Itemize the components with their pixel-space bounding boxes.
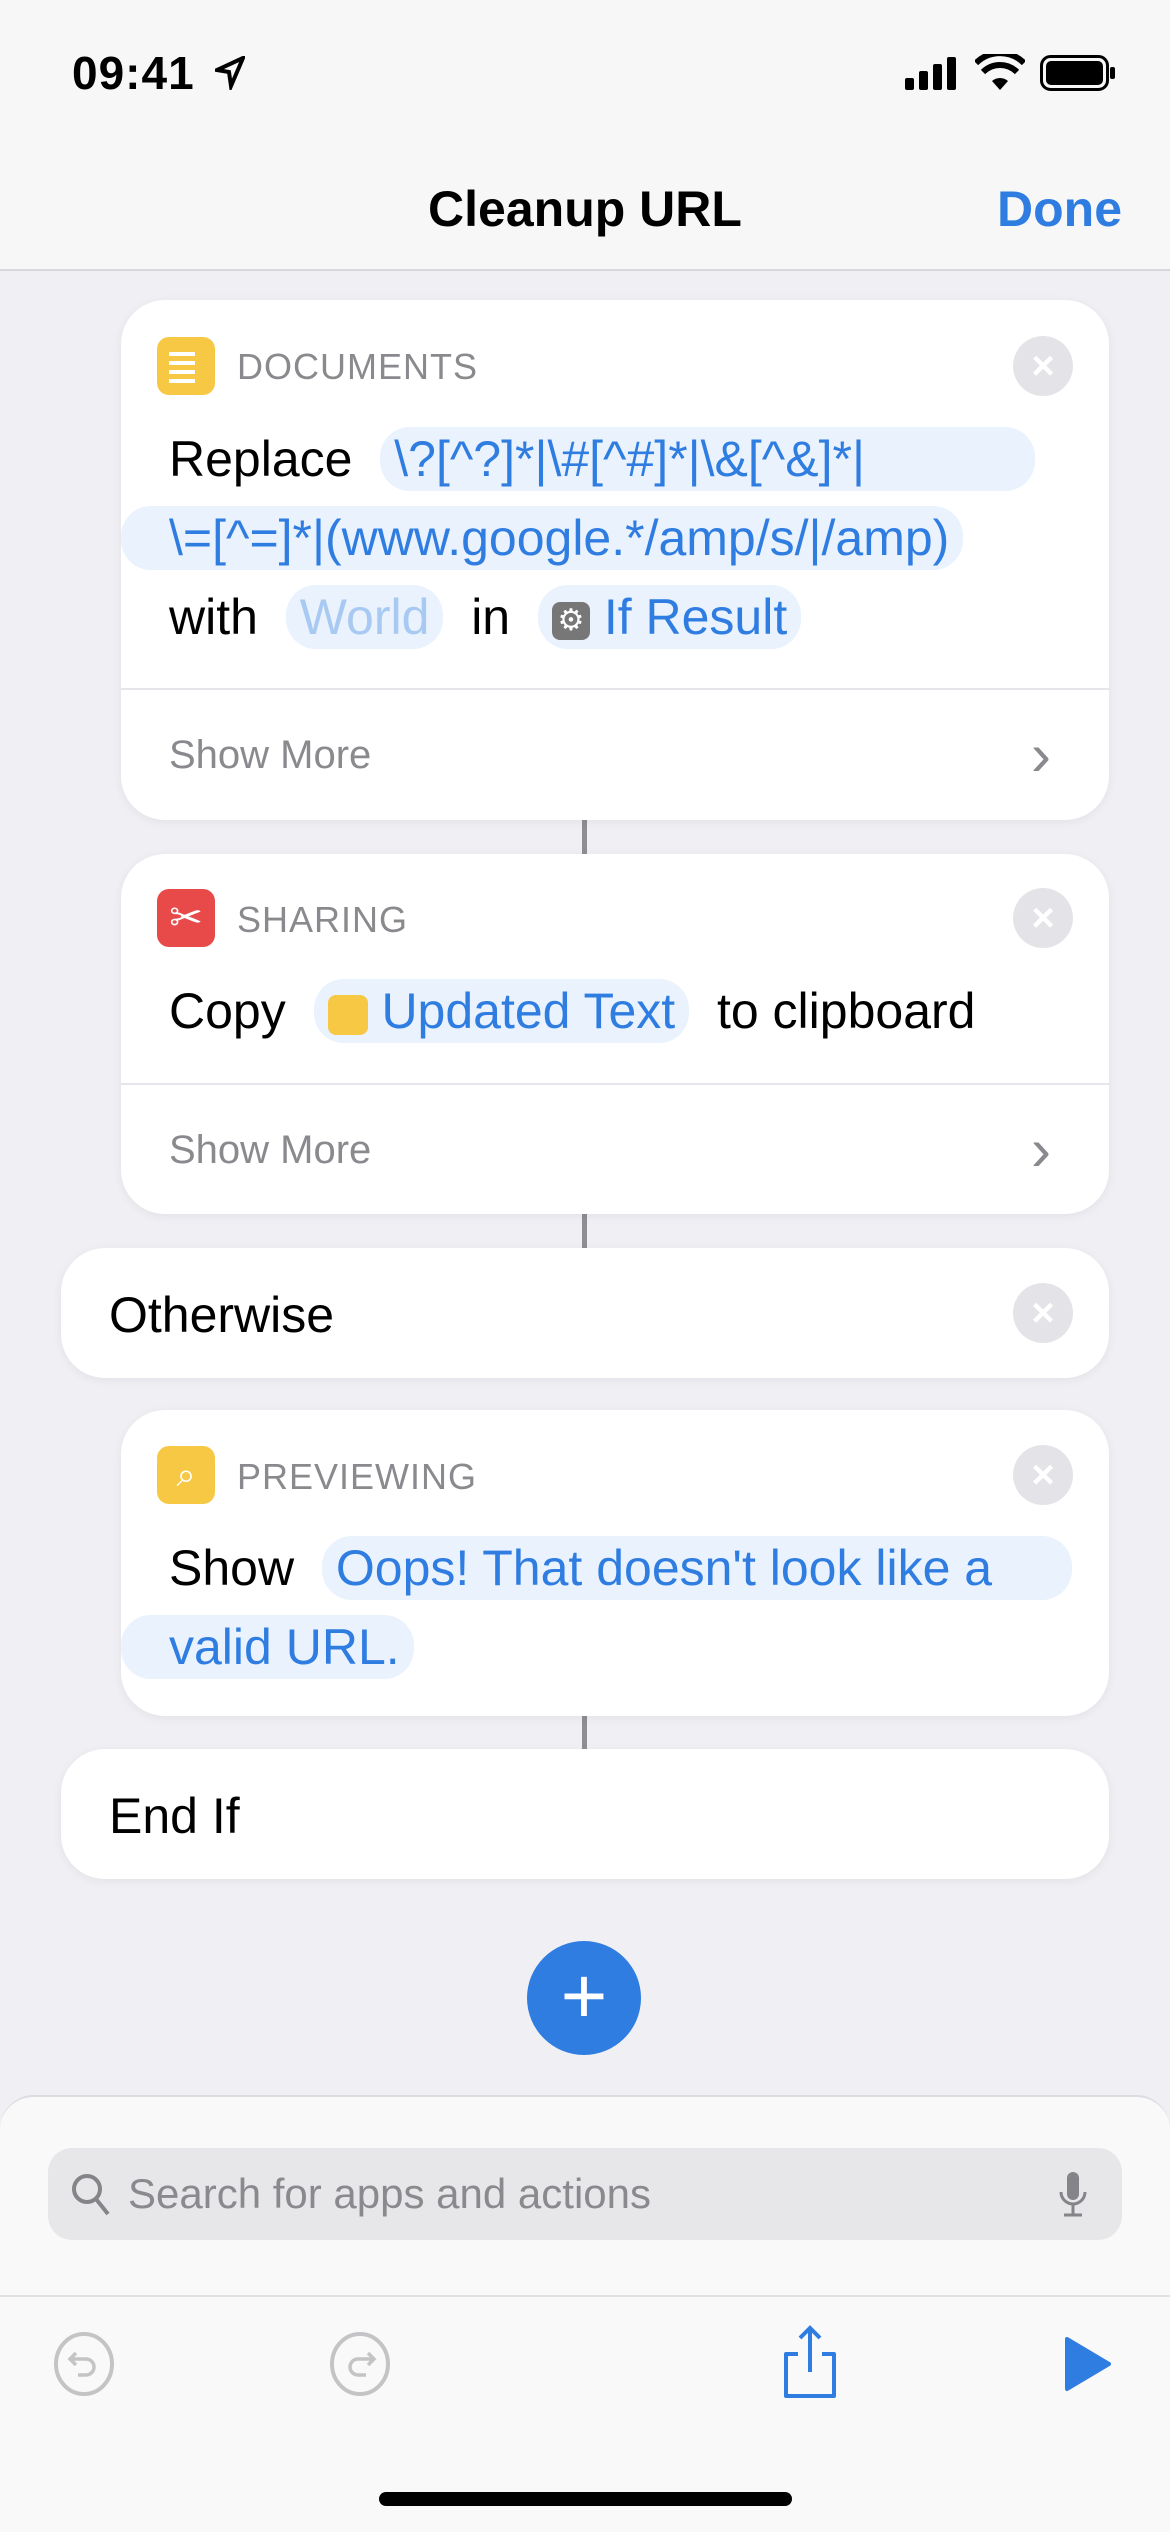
otherwise-label: Otherwise (109, 1287, 335, 1343)
share-icon[interactable] (780, 2324, 840, 2400)
category-label: SHARING (237, 899, 409, 940)
chevron-right-icon: › (1031, 1116, 1051, 1183)
remove-action-button[interactable]: × (1013, 1445, 1073, 1505)
redo-icon[interactable] (328, 2331, 392, 2397)
remove-action-button[interactable]: × (1013, 888, 1073, 948)
done-button[interactable]: Done (997, 180, 1122, 238)
input-variable[interactable]: ⚙ If Result (537, 585, 802, 649)
divider (121, 1083, 1109, 1085)
remove-action-button[interactable]: × (1013, 336, 1073, 396)
category-label: PREVIEWING (237, 1456, 478, 1497)
connector-line (582, 818, 587, 858)
search-placeholder: Search for apps and actions (128, 2170, 651, 2217)
battery-icon (1040, 55, 1115, 91)
undo-icon[interactable] (52, 2331, 116, 2397)
chevron-right-icon: › (1031, 721, 1051, 788)
document-icon (157, 337, 215, 395)
search-field[interactable]: Search for apps and actions (48, 2148, 1122, 2240)
microphone-icon[interactable] (1058, 2172, 1088, 2218)
connector-line (582, 1714, 587, 1754)
search-icon (72, 2174, 110, 2216)
replace-text-action[interactable]: DOCUMENTS × Replace \?[^?]*|\#[^#]*|\&[^… (121, 300, 1109, 820)
add-action-button[interactable]: + (527, 1941, 641, 2055)
otherwise-block[interactable]: Otherwise × (61, 1248, 1109, 1378)
end-if-label: End If (109, 1788, 240, 1844)
end-if-block[interactable]: End If (61, 1749, 1109, 1879)
connector-line (582, 1212, 587, 1252)
action-verb: Replace (169, 431, 353, 487)
page-title: Cleanup URL (428, 181, 742, 237)
divider (0, 2295, 1170, 2297)
with-label: with (169, 589, 258, 645)
document-icon (327, 994, 368, 1035)
text-field[interactable]: Oops! That doesn't look like a (321, 1536, 1073, 1600)
variable-token[interactable]: Updated Text (313, 979, 690, 1043)
suffix-label: to clipboard (716, 983, 976, 1039)
status-time: 09:41 (72, 47, 195, 99)
show-result-action[interactable]: ⌕ PREVIEWING × Show Oops! That doesn't l… (121, 1410, 1109, 1716)
remove-action-button[interactable]: × (1013, 1283, 1073, 1343)
signal-icon (905, 57, 956, 90)
in-label: in (471, 589, 511, 645)
pattern-field-continued[interactable]: \=[^=]*|(www.google.*/amp/s/|/amp) (121, 506, 964, 570)
action-verb: Show (169, 1540, 295, 1596)
home-indicator (379, 2492, 792, 2506)
replacement-field[interactable]: World (285, 585, 444, 649)
location-arrow-icon (215, 56, 245, 90)
wifi-icon (975, 54, 1025, 90)
run-shortcut-icon[interactable] (1063, 2335, 1113, 2393)
text-field-continued[interactable]: valid URL. (121, 1615, 414, 1679)
action-verb: Copy (169, 983, 286, 1039)
scissors-icon: ✂ (157, 889, 215, 947)
show-more-button[interactable]: Show More (169, 733, 371, 778)
pattern-field[interactable]: \?[^?]*|\#[^#]*|\&[^&]*| (380, 427, 1035, 491)
category-label: DOCUMENTS (237, 346, 478, 387)
copy-to-clipboard-action[interactable]: ✂ SHARING × Copy Updated Text to clipboa… (121, 854, 1109, 1214)
gear-icon: ⚙ (551, 601, 590, 640)
show-more-button[interactable]: Show More (169, 1128, 371, 1173)
preview-icon: ⌕ (157, 1446, 215, 1504)
divider (121, 688, 1109, 690)
